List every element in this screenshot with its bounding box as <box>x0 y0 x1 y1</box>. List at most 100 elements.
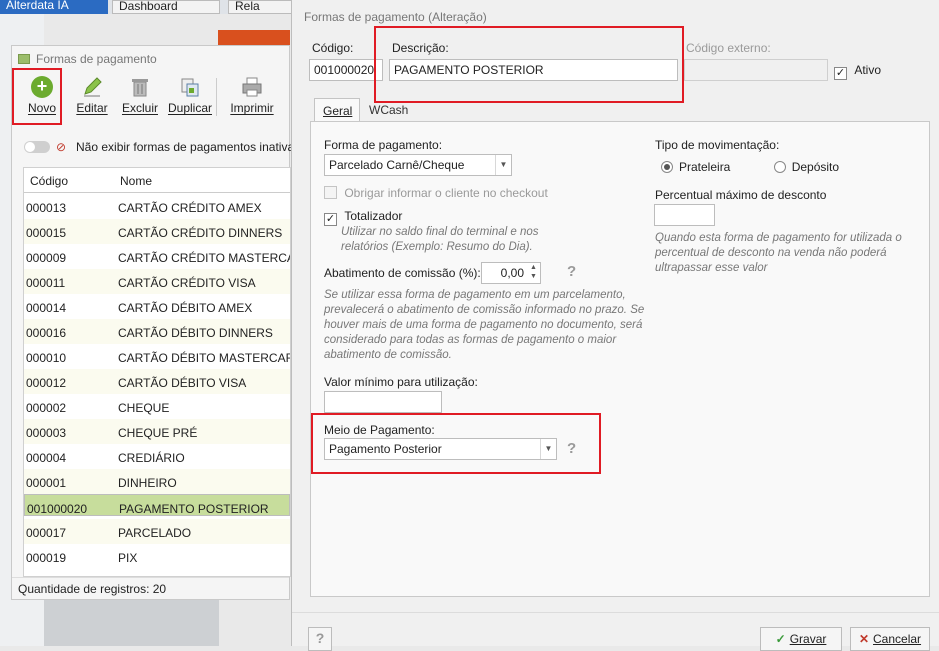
table-row[interactable]: 000003 CHEQUE PRÉ <box>24 419 290 444</box>
codigo-field[interactable]: 001000020 <box>309 59 383 81</box>
table-row[interactable]: 000002 CHEQUE <box>24 394 290 419</box>
duplicar-label: Duplicar <box>167 101 212 115</box>
totalizador-row[interactable]: ✓ Totalizador <box>324 209 402 226</box>
totalizador-label: Totalizador <box>344 209 403 223</box>
cell-codigo: 000017 <box>26 526 67 540</box>
cell-nome: CARTÃO CRÉDITO VISA <box>118 276 256 290</box>
chevron-down-icon: ▼ <box>495 155 511 175</box>
ativo-label: Ativo <box>854 63 882 77</box>
ativo-checkbox[interactable]: ✓ <box>834 67 847 80</box>
tab-geral[interactable]: Geral <box>314 98 360 122</box>
tab-geral-label: Geral <box>323 104 353 118</box>
table-row[interactable]: 000016 CARTÃO DÉBITO DINNERS <box>24 319 290 344</box>
table-row[interactable]: 000001 DINHEIRO <box>24 469 290 494</box>
cell-codigo: 000003 <box>26 426 67 440</box>
cell-codigo: 000012 <box>26 376 67 390</box>
printer-icon <box>242 77 262 97</box>
forma-pagamento-select[interactable]: Parcelado Carnê/Cheque ▼ <box>324 154 512 176</box>
cell-nome: PARCELADO <box>118 526 192 540</box>
gravar-button[interactable]: ✓ Gravar <box>760 627 842 651</box>
cell-nome: CARTÃO DÉBITO AMEX <box>118 301 253 315</box>
totalizador-help-text: Utilizar no saldo final do terminal e no… <box>341 226 539 253</box>
table-row[interactable]: 000017 PARCELADO <box>24 519 290 544</box>
cell-nome: CARTÃO DÉBITO MASTERCARD <box>118 351 291 365</box>
tipo-movimentacao-label: Tipo de movimentação: <box>655 138 780 152</box>
tab-wcash-label: WCash <box>369 103 409 117</box>
obrigar-cliente-row[interactable]: Obrigar informar o cliente no checkout <box>324 186 548 200</box>
ativo-checkbox-row[interactable]: ✓ Ativo <box>834 63 881 80</box>
duplicar-button[interactable]: Duplicar <box>162 76 218 124</box>
inactive-filter-row: ⊘ Não exibir formas de pagamentos inativa… <box>24 140 294 156</box>
table-row[interactable]: 000012 CARTÃO DÉBITO VISA <box>24 369 290 394</box>
obrigar-cliente-label: Obrigar informar o cliente no checkout <box>344 186 548 200</box>
list-window-title-text: Formas de pagamento <box>36 52 157 66</box>
cell-nome: CARTÃO CRÉDITO MASTERCARD <box>118 251 290 265</box>
radio-prateleira-button[interactable] <box>661 161 673 173</box>
radio-deposito-button[interactable] <box>773 161 786 173</box>
table-row[interactable]: 001000020 PAGAMENTO POSTERIOR <box>24 494 290 516</box>
table-row[interactable]: 000019 PIX <box>24 544 290 569</box>
payment-methods-table: Código Nome 000013 CARTÃO CRÉDITO AMEX 000… <box>23 167 291 577</box>
column-header-codigo[interactable]: Código <box>30 174 68 188</box>
help-button[interactable]: ? <box>308 627 332 651</box>
codigo-externo-field[interactable] <box>684 59 828 81</box>
eye-slash-icon: ⊘ <box>56 140 67 154</box>
background-panel <box>44 600 219 646</box>
column-header-nome[interactable]: Nome <box>120 174 152 188</box>
cell-nome: CARTÃO DÉBITO DINNERS <box>118 326 273 340</box>
dialog-footer: ? ✓ Gravar ✕ Cancelar <box>292 612 939 651</box>
imprimir-label: Imprimir <box>230 101 274 115</box>
totalizador-checkbox[interactable]: ✓ <box>324 213 337 226</box>
percentual-desconto-field[interactable] <box>654 204 715 226</box>
valor-minimo-field[interactable] <box>324 391 442 413</box>
excluir-label: Excluir <box>121 101 158 115</box>
table-row[interactable]: 000009 CARTÃO CRÉDITO MASTERCARD <box>24 244 290 269</box>
highlight-box-descricao <box>374 26 684 103</box>
radio-deposito[interactable]: Depósito <box>773 160 839 174</box>
table-row[interactable]: 000013 CARTÃO CRÉDITO AMEX <box>24 194 290 219</box>
cell-nome: CARTÃO CRÉDITO AMEX <box>118 201 262 215</box>
cell-codigo: 000014 <box>26 301 67 315</box>
cell-nome: CREDIÁRIO <box>118 451 185 465</box>
cell-codigo: 000019 <box>26 551 67 565</box>
background-tab-rela[interactable]: Rela <box>228 0 292 14</box>
tab-wcash[interactable]: WCash <box>361 98 417 122</box>
trash-icon <box>132 79 148 97</box>
toolbar-separator <box>216 78 217 116</box>
list-footer: Quantidade de registros: 20 <box>12 577 289 599</box>
cell-codigo: 000015 <box>26 226 67 240</box>
highlight-box-meio-pagamento <box>311 413 601 474</box>
inactive-filter-toggle[interactable] <box>24 141 50 153</box>
cell-codigo: 000004 <box>26 451 67 465</box>
gravar-label: Gravar <box>789 632 827 646</box>
cancelar-label: Cancelar <box>873 632 922 646</box>
table-row[interactable]: 000015 CARTÃO CRÉDITO DINNERS <box>24 219 290 244</box>
close-icon: ✕ <box>858 632 870 646</box>
table-row[interactable]: 000014 CARTÃO DÉBITO AMEX <box>24 294 290 319</box>
cell-codigo: 000013 <box>26 201 67 215</box>
background-tab-alterdata[interactable]: Alterdata IA <box>0 0 108 14</box>
radio-prateleira[interactable]: Prateleira <box>661 160 730 174</box>
cell-nome: CHEQUE <box>118 401 170 415</box>
imprimir-button[interactable]: Imprimir <box>224 76 280 124</box>
edit-dialog: Formas de pagamento (Alteração) Código: … <box>291 0 939 651</box>
table-row[interactable]: 000011 CARTÃO CRÉDITO VISA <box>24 269 290 294</box>
dialog-title: Formas de pagamento (Alteração) <box>304 10 487 24</box>
abatimento-help-icon[interactable]: ? <box>567 263 576 280</box>
window-app-icon <box>18 54 30 64</box>
table-row[interactable]: 000004 CREDIÁRIO <box>24 444 290 469</box>
tipo-movimentacao-radios: Prateleira Depósito <box>661 160 839 174</box>
cell-codigo: 000001 <box>26 476 67 490</box>
cancelar-button[interactable]: ✕ Cancelar <box>850 627 930 651</box>
obrigar-cliente-checkbox[interactable] <box>324 186 337 199</box>
abatimento-spinner[interactable]: ▲ ▼ <box>527 263 540 283</box>
excluir-button[interactable]: Excluir <box>112 76 168 124</box>
background-accent-bar <box>218 30 290 46</box>
cell-codigo: 000009 <box>26 251 67 265</box>
percentual-desconto-label: Percentual máximo de desconto <box>655 188 827 202</box>
radio-prateleira-label: Prateleira <box>679 160 731 174</box>
cell-nome: PIX <box>118 551 138 565</box>
table-row[interactable]: 000010 CARTÃO DÉBITO MASTERCARD <box>24 344 290 369</box>
background-tab-dashboard[interactable]: Dashboard <box>112 0 220 14</box>
inactive-filter-label: Não exibir formas de pagamentos inativas <box>76 140 294 154</box>
